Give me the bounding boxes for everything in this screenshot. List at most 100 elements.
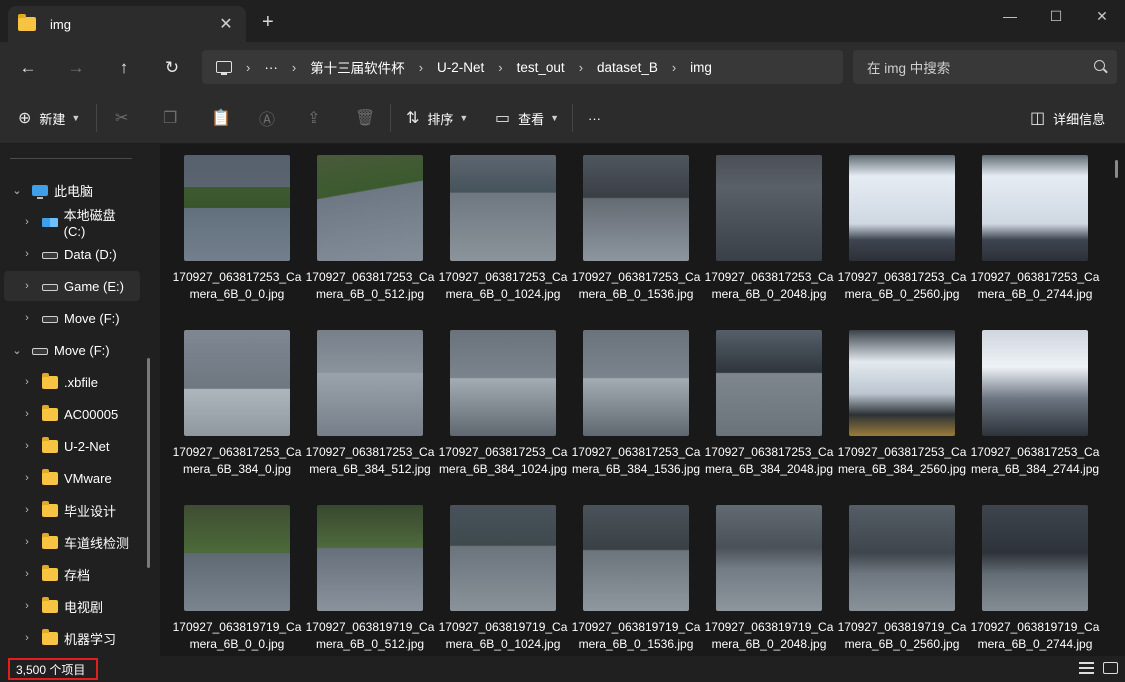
sort-button[interactable]: ⇅ 排序 ▼	[406, 108, 468, 128]
folder-icon	[18, 14, 36, 31]
chevron-right-icon[interactable]: ›	[20, 504, 34, 516]
breadcrumb-separator: ›	[246, 59, 251, 75]
forward-button[interactable]: →	[64, 56, 88, 80]
back-button[interactable]: ←	[16, 56, 40, 80]
file-tile[interactable]: 170927_063819719_Camera_6B_0_2560.jpg	[833, 494, 966, 656]
breadcrumb-overflow[interactable]: ···	[264, 60, 278, 75]
chevron-down-icon[interactable]: ⌄	[10, 344, 24, 357]
navigation-pane: ⌄ 此电脑 › 本地磁盘 (C:) › Data (D:) › Game (E:) › Move …	[0, 144, 160, 656]
file-tile[interactable]: 170927_063817253_Camera_6B_384_2744.jpg	[966, 319, 1099, 489]
delete-button[interactable]: 🗑	[355, 108, 383, 128]
file-name: 170927_063819719_Camera_6B_0_0.jpg	[172, 620, 302, 651]
file-tile[interactable]: 170927_063817253_Camera_6B_0_1536.jpg	[567, 144, 700, 314]
close-window-button[interactable]: ✕	[1079, 0, 1125, 32]
sidebar-item[interactable]: › 车道线检测	[4, 527, 140, 557]
file-tile[interactable]: 170927_063817253_Camera_6B_384_0.jpg	[168, 319, 301, 489]
file-name: 170927_063817253_Camera_6B_384_0.jpg	[172, 445, 302, 476]
file-tile[interactable]: 170927_063817253_Camera_6B_0_0.jpg	[168, 144, 301, 314]
file-tile[interactable]: 170927_063817253_Camera_6B_0_2560.jpg	[833, 144, 966, 314]
share-icon: ⇪	[307, 110, 321, 127]
cut-button[interactable]: ✂	[115, 108, 136, 128]
chevron-right-icon[interactable]: ›	[20, 600, 34, 612]
breadcrumb-item[interactable]: dataset_B	[597, 60, 658, 75]
chevron-right-icon[interactable]: ›	[20, 280, 34, 292]
folder-icon	[42, 532, 58, 549]
chevron-right-icon[interactable]: ›	[20, 440, 34, 452]
refresh-button[interactable]: ↻	[160, 56, 184, 80]
file-tile[interactable]: 170927_063819719_Camera_6B_0_1536.jpg	[567, 494, 700, 656]
file-tile[interactable]: 170927_063817253_Camera_6B_0_512.jpg	[301, 144, 434, 314]
more-options-button[interactable]: ···	[588, 108, 601, 128]
rename-button[interactable]: Ⓐ	[259, 108, 283, 129]
sidebar-item[interactable]: › 存档	[4, 559, 140, 589]
new-button[interactable]: ⊕ 新建 ▼	[18, 108, 80, 128]
up-button[interactable]: ↑	[112, 56, 136, 80]
chevron-right-icon[interactable]: ›	[20, 568, 34, 580]
file-tile[interactable]: 170927_063817253_Camera_6B_384_1024.jpg	[434, 319, 567, 489]
image-thumbnail	[849, 155, 955, 261]
image-thumbnail	[184, 155, 290, 261]
content-scrollbar[interactable]	[1115, 160, 1118, 178]
share-button[interactable]: ⇪	[307, 108, 328, 128]
tiles-view-icon[interactable]	[1103, 662, 1118, 674]
sidebar-item[interactable]: › AC00005	[4, 399, 140, 429]
details-view-icon[interactable]	[1079, 662, 1094, 674]
tab-img[interactable]: img ✕	[8, 6, 246, 42]
tab-close-icon[interactable]: ✕	[216, 14, 236, 34]
sidebar-item[interactable]: › .xbfile	[4, 367, 140, 397]
breadcrumb-item[interactable]: test_out	[517, 60, 565, 75]
file-tile[interactable]: 170927_063817253_Camera_6B_0_2744.jpg	[966, 144, 1099, 314]
minimize-button[interactable]: —	[987, 0, 1033, 32]
maximize-button[interactable]: ☐	[1033, 0, 1079, 32]
sidebar-item[interactable]: › Game (E:)	[4, 271, 140, 301]
details-button[interactable]: ◫ 详细信息	[1030, 108, 1105, 128]
breadcrumb-item[interactable]: U-2-Net	[437, 60, 484, 75]
sidebar-item[interactable]: ⌄ 此电脑	[4, 175, 140, 205]
file-name: 170927_063817253_Camera_6B_0_0.jpg	[172, 270, 302, 301]
sidebar-scrollbar[interactable]	[147, 358, 150, 568]
file-tile[interactable]: 170927_063817253_Camera_6B_384_1536.jpg	[567, 319, 700, 489]
sidebar-item[interactable]: › Move (F:)	[4, 303, 140, 333]
new-tab-button[interactable]: +	[262, 12, 274, 32]
file-name: 170927_063819719_Camera_6B_0_2560.jpg	[837, 620, 967, 651]
search-icon[interactable]	[1094, 60, 1105, 71]
chevron-down-icon[interactable]: ⌄	[10, 184, 24, 197]
chevron-right-icon[interactable]: ›	[20, 248, 34, 260]
chevron-right-icon[interactable]: ›	[20, 376, 34, 388]
chevron-right-icon[interactable]: ›	[20, 632, 34, 644]
chevron-right-icon[interactable]: ›	[20, 472, 34, 484]
drive-icon	[42, 315, 58, 323]
file-tile[interactable]: 170927_063819719_Camera_6B_0_512.jpg	[301, 494, 434, 656]
folder-icon	[42, 628, 58, 645]
file-tile[interactable]: 170927_063817253_Camera_6B_0_2048.jpg	[700, 144, 833, 314]
copy-button[interactable]: ❐	[163, 108, 185, 128]
file-tile[interactable]: 170927_063817253_Camera_6B_384_512.jpg	[301, 319, 434, 489]
breadcrumb-item[interactable]: img	[690, 60, 712, 75]
file-tile[interactable]: 170927_063817253_Camera_6B_0_1024.jpg	[434, 144, 567, 314]
sidebar-item[interactable]: ⌄ Move (F:)	[4, 335, 140, 365]
address-bar[interactable]: › ··· › 第十三届软件杯 › U-2-Net › test_out › d…	[202, 50, 843, 84]
file-tile[interactable]: 170927_063819719_Camera_6B_0_2744.jpg	[966, 494, 1099, 656]
plus-circle-icon: ⊕	[18, 110, 32, 127]
chevron-right-icon[interactable]: ›	[20, 408, 34, 420]
sidebar-item[interactable]: › Data (D:)	[4, 239, 140, 269]
chevron-right-icon[interactable]: ›	[20, 312, 34, 324]
file-tile[interactable]: 170927_063817253_Camera_6B_384_2560.jpg	[833, 319, 966, 489]
chevron-right-icon[interactable]: ›	[20, 216, 34, 228]
sidebar-item[interactable]: › 电视剧	[4, 591, 140, 621]
chevron-right-icon[interactable]: ›	[20, 536, 34, 548]
folder-icon	[42, 500, 58, 517]
sidebar-item[interactable]: › U-2-Net	[4, 431, 140, 461]
file-tile[interactable]: 170927_063817253_Camera_6B_384_2048.jpg	[700, 319, 833, 489]
breadcrumb-item[interactable]: 第十三届软件杯	[310, 57, 405, 77]
file-tile[interactable]: 170927_063819719_Camera_6B_0_1024.jpg	[434, 494, 567, 656]
sidebar-item[interactable]: › 毕业设计	[4, 495, 140, 525]
paste-button[interactable]: 📋	[211, 108, 239, 128]
search-input[interactable]: 在 img 中搜索	[853, 50, 1117, 84]
sidebar-item[interactable]: › VMware	[4, 463, 140, 493]
view-button[interactable]: ▭ 查看 ▼	[495, 108, 559, 128]
sidebar-item[interactable]: › 机器学习	[4, 623, 140, 653]
sidebar-item[interactable]: › 本地磁盘 (C:)	[4, 207, 140, 239]
file-tile[interactable]: 170927_063819719_Camera_6B_0_2048.jpg	[700, 494, 833, 656]
file-tile[interactable]: 170927_063819719_Camera_6B_0_0.jpg	[168, 494, 301, 656]
